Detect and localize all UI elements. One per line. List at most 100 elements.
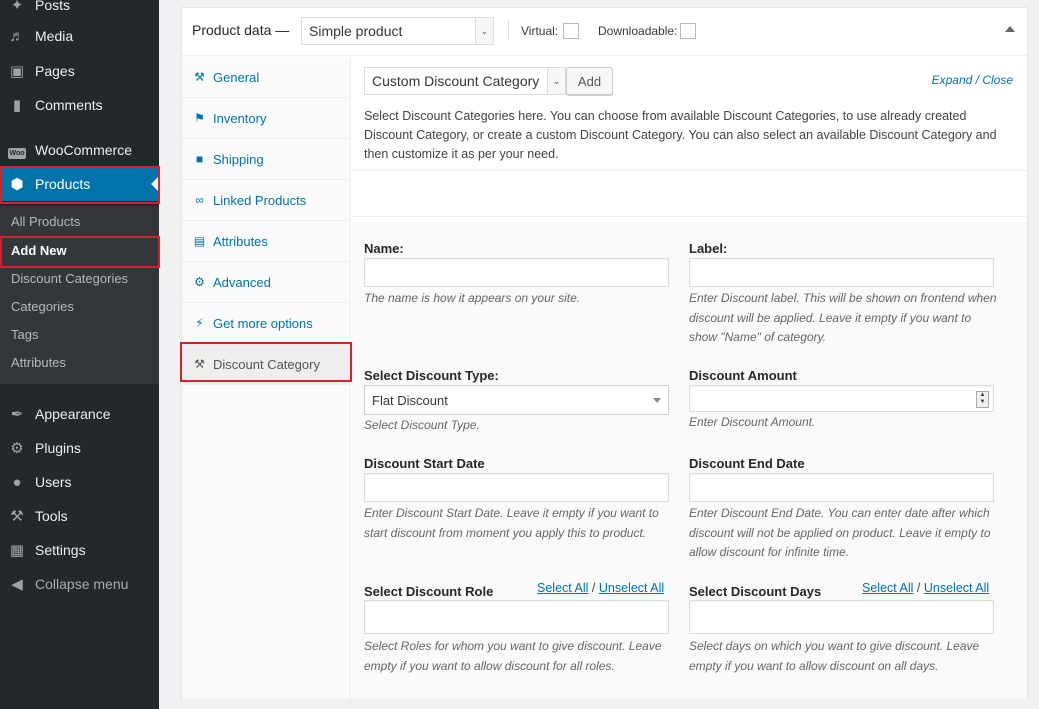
wrench-icon: ⚒ xyxy=(194,357,205,371)
discount-days-help: Select days on which you want to give di… xyxy=(689,639,980,673)
list-icon: ▤ xyxy=(193,234,206,248)
sidebar-item-woocommerce[interactable]: Woo WooCommerce xyxy=(0,133,159,167)
product-data-title: Product data — xyxy=(192,22,290,38)
product-type-select[interactable]: Simple product ⌄ xyxy=(301,17,494,45)
discount-type-select[interactable]: Flat Discount xyxy=(364,385,669,415)
submenu-all-products[interactable]: All Products xyxy=(11,214,80,229)
tab-attributes[interactable]: ▤ Attributes xyxy=(182,221,351,262)
virtual-label: Virtual: xyxy=(521,24,559,38)
sidebar-item-pages[interactable]: ▣ Pages xyxy=(0,54,159,88)
discount-amount-input[interactable]: ▲ ▼ xyxy=(689,385,994,412)
users-icon: ● xyxy=(12,473,22,491)
tab-shipping[interactable]: ■ Shipping xyxy=(182,139,351,180)
start-date-help: Enter Discount Start Date. Leave it empt… xyxy=(364,506,659,540)
link-icon: ∞ xyxy=(195,193,204,207)
days-select-all-link[interactable]: Select All xyxy=(862,581,913,595)
tab-discount-category[interactable]: ⚒ Discount Category xyxy=(182,344,351,385)
end-date-input[interactable] xyxy=(689,473,994,502)
add-discount-category-button[interactable]: Add xyxy=(566,67,613,95)
truck-icon: ■ xyxy=(195,152,204,166)
start-date-input[interactable] xyxy=(364,473,669,502)
product-data-header: Product data — Simple product ⌄ Virtual:… xyxy=(182,8,1027,56)
start-date-label: Discount Start Date xyxy=(364,456,485,471)
end-date-help: Enter Discount End Date. You can enter d… xyxy=(689,506,991,559)
close-link[interactable]: Close xyxy=(982,73,1013,87)
name-help: The name is how it appears on your site. xyxy=(364,291,581,305)
submenu-tags[interactable]: Tags xyxy=(11,327,38,342)
collapse-icon: ◀ xyxy=(11,576,23,593)
downloadable-label: Downloadable: xyxy=(598,24,678,38)
discount-days-label: Select Discount Days xyxy=(689,584,822,599)
days-select-links: Select All / Unselect All xyxy=(862,581,990,595)
sidebar-item-plugins[interactable]: ⚙ Plugins xyxy=(0,431,159,465)
dropdown-arrow-icon xyxy=(653,398,661,403)
discount-type-label: Select Discount Type: xyxy=(364,368,499,383)
comments-icon: ▮ xyxy=(12,97,22,114)
divider xyxy=(352,216,1027,217)
tag-icon: ⚑ xyxy=(194,111,205,125)
discount-category-content: Custom Discount Category ⌄ Add Expand / … xyxy=(352,57,1027,699)
submenu-attributes[interactable]: Attributes xyxy=(11,355,66,370)
virtual-checkbox[interactable] xyxy=(563,23,579,39)
tab-get-more-options[interactable]: ⚡ Get more options xyxy=(182,303,351,344)
sidebar-item-settings[interactable]: ▦ Settings xyxy=(0,533,159,567)
product-data-panel: Product data — Simple product ⌄ Virtual:… xyxy=(181,7,1028,699)
role-unselect-all-link[interactable]: Unselect All xyxy=(599,581,664,595)
tab-advanced[interactable]: ⚙ Advanced xyxy=(182,262,351,303)
sidebar-item-tools[interactable]: ⚒ Tools xyxy=(0,499,159,533)
expand-link[interactable]: Expand xyxy=(932,73,973,87)
plug-icon: ⚡ xyxy=(195,316,204,330)
expand-close-links: Expand / Close xyxy=(931,73,1013,87)
collapse-menu-button[interactable]: ◀ Collapse menu xyxy=(0,567,159,601)
pages-icon: ▣ xyxy=(9,63,25,80)
sidebar-item-comments[interactable]: ▮ Comments xyxy=(0,88,159,122)
label-input[interactable] xyxy=(689,258,994,287)
panel-toggle-arrow-icon[interactable] xyxy=(1005,26,1015,32)
sidebar-item-media[interactable]: ♬ Media xyxy=(0,19,159,53)
pin-icon: ✦ xyxy=(10,0,24,14)
role-select-all-link[interactable]: Select All xyxy=(537,581,588,595)
admin-sidebar: ✦ Posts ♬ Media ▣ Pages ▮ Comments Woo W… xyxy=(0,0,159,709)
name-label: Name: xyxy=(364,241,404,256)
number-spinner-icon[interactable]: ▲ ▼ xyxy=(976,391,989,408)
chevron-down-icon: ⌄ xyxy=(547,68,565,94)
submenu-add-new[interactable]: Add New xyxy=(11,243,67,258)
discount-amount-help: Enter Discount Amount. xyxy=(689,415,816,429)
discount-days-input[interactable] xyxy=(689,600,994,634)
discount-role-input[interactable] xyxy=(364,600,669,634)
chevron-down-icon: ⌄ xyxy=(475,18,493,44)
days-unselect-all-link[interactable]: Unselect All xyxy=(924,581,989,595)
discount-amount-label: Discount Amount xyxy=(689,368,797,383)
label-label: Label: xyxy=(689,241,728,256)
label-help: Enter Discount label. This will be shown… xyxy=(689,291,997,344)
sidebar-item-products[interactable]: ⬢ Products xyxy=(0,167,159,201)
tools-icon: ⚒ xyxy=(10,508,24,525)
settings-icon: ▦ xyxy=(9,542,25,559)
discount-category-description: Select Discount Categories here. You can… xyxy=(364,109,997,161)
media-icon: ♬ xyxy=(9,27,25,45)
current-menu-arrow xyxy=(151,176,159,192)
downloadable-checkbox[interactable] xyxy=(680,23,696,39)
name-input[interactable] xyxy=(364,258,669,287)
discount-form: Name: The name is how it appears on your… xyxy=(352,222,1027,699)
products-submenu: All Products Add New Discount Categories… xyxy=(0,206,159,384)
tab-linked-products[interactable]: ∞ Linked Products xyxy=(182,180,351,221)
products-icon: ⬢ xyxy=(10,176,24,193)
gear-icon: ⚙ xyxy=(194,275,205,289)
discount-type-help: Select Discount Type. xyxy=(364,418,480,432)
plugins-icon: ⚙ xyxy=(10,440,24,457)
submenu-categories[interactable]: Categories xyxy=(11,299,74,314)
sidebar-item-users[interactable]: ● Users xyxy=(0,465,159,499)
woocommerce-icon: Woo xyxy=(8,147,26,159)
tab-inventory[interactable]: ⚑ Inventory xyxy=(182,98,351,139)
tab-general[interactable]: ⚒ General xyxy=(182,57,351,98)
wrench-icon: ⚒ xyxy=(194,70,205,84)
sidebar-item-appearance[interactable]: ✒ Appearance xyxy=(0,397,159,431)
appearance-icon: ✒ xyxy=(10,406,24,423)
discount-role-help: Select Roles for whom you want to give d… xyxy=(364,639,662,673)
submenu-discount-categories[interactable]: Discount Categories xyxy=(11,271,128,286)
discount-category-select[interactable]: Custom Discount Category ⌄ xyxy=(364,67,566,95)
end-date-label: Discount End Date xyxy=(689,456,805,471)
divider xyxy=(352,170,1027,171)
product-data-tabs: ⚒ General ⚑ Inventory ■ Shipping ∞ Linke… xyxy=(182,57,351,699)
